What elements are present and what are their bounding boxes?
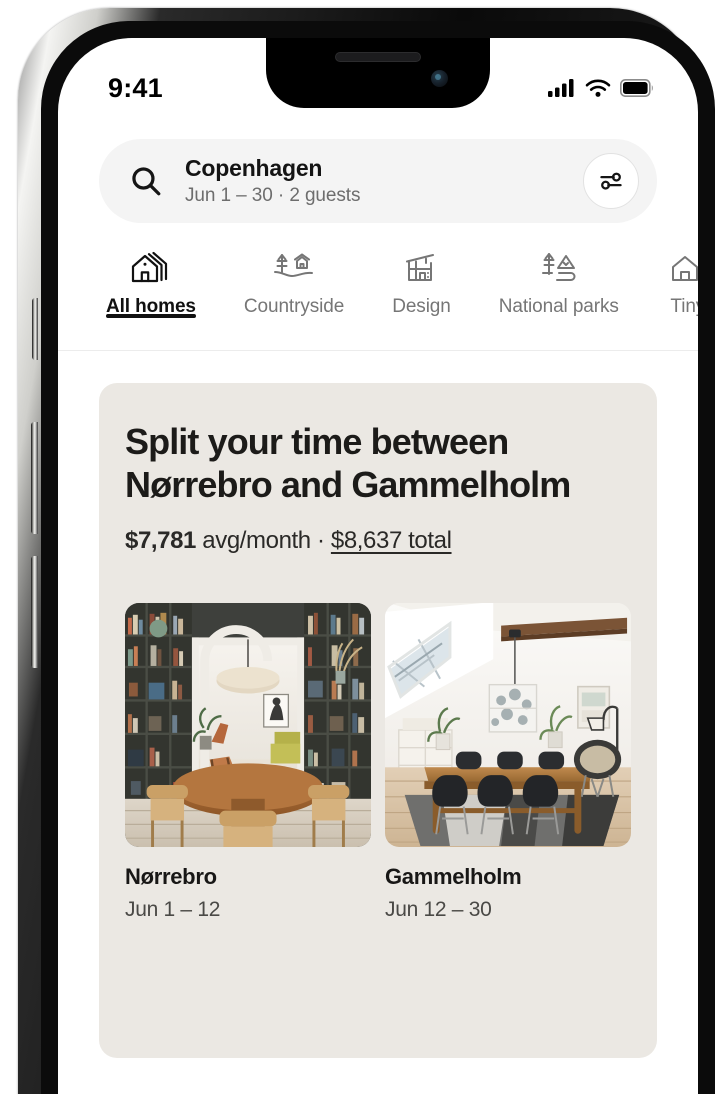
price-unit: avg/month · (196, 526, 331, 554)
card-title: Split your time between Nørrebro and Gam… (125, 421, 571, 505)
search-bar[interactable]: Copenhagen Jun 1 – 30 · 2 guests (99, 139, 657, 223)
search-location: Copenhagen (185, 154, 323, 181)
mute-switch-button[interactable] (32, 298, 38, 360)
phone-screen: 9:41 Copenhagen Jun 1 – 30 · 2 guests Al… (58, 38, 698, 1094)
listing-grid: Nørrebro Jun 1 – 12 Gammelholm Jun 12 – … (99, 602, 657, 922)
card-price-line: $7,781 avg/month · $8,637 total (125, 527, 631, 555)
tab-all-homes[interactable]: All homes (106, 241, 196, 318)
design-icon (400, 249, 442, 287)
tab-countryside[interactable]: Countryside (244, 241, 344, 318)
listing-dates: Jun 1 – 12 (125, 897, 221, 921)
card-header: Split your time between Nørrebro and Gam… (99, 383, 657, 555)
search-details: Jun 1 – 30 · 2 guests (185, 185, 361, 207)
countryside-icon (271, 249, 317, 287)
listing-name: Nørrebro (125, 863, 217, 889)
earpiece-speaker-icon (335, 52, 421, 62)
screenshot-stage: 9:41 Copenhagen Jun 1 – 30 · 2 guests Al… (0, 0, 720, 1094)
search-texts: Copenhagen Jun 1 – 30 · 2 guests (185, 155, 583, 207)
front-camera-icon (431, 70, 448, 87)
wifi-icon (585, 79, 611, 97)
listing-dates: Jun 12 – 30 (385, 897, 492, 921)
volume-up-button[interactable] (31, 422, 38, 534)
tab-label: Countryside (243, 296, 345, 317)
notch (266, 38, 490, 108)
status-clock: 9:41 (108, 72, 163, 103)
price-total-link[interactable]: $8,637 total (331, 527, 452, 554)
listing-photo-gammelholm[interactable] (385, 602, 631, 847)
tab-label: Tiny (670, 296, 698, 317)
all-homes-icon (129, 249, 173, 287)
national-parks-icon (537, 249, 581, 287)
tab-national-parks[interactable]: National parks (499, 241, 619, 318)
tab-label: Design (392, 296, 451, 317)
volume-down-button[interactable] (31, 556, 38, 668)
tab-label: National parks (498, 296, 619, 317)
filter-sliders-icon (600, 172, 622, 190)
filter-button[interactable] (583, 153, 639, 209)
status-indicators (548, 78, 654, 98)
price-amount: $7,781 (125, 526, 197, 554)
tab-tiny-homes[interactable]: Tiny (667, 241, 698, 318)
listing-name: Gammelholm (385, 863, 522, 889)
phone-frame: 9:41 Copenhagen Jun 1 – 30 · 2 guests Al… (18, 8, 715, 1094)
cellular-signal-icon (548, 79, 574, 97)
tab-active-underline (106, 314, 196, 318)
search-icon (132, 167, 161, 196)
category-tabs-bar[interactable]: All homes Countryside Design National pa… (58, 241, 698, 351)
category-tabs: All homes Countryside Design National pa… (58, 241, 698, 351)
battery-full-icon (620, 79, 653, 97)
tab-design[interactable]: Design (392, 241, 451, 318)
listing-photo-norrebro[interactable] (125, 602, 371, 847)
tiny-homes-icon (667, 249, 698, 287)
listing-item[interactable]: Nørrebro Jun 1 – 12 (125, 602, 371, 922)
listing-item[interactable]: Gammelholm Jun 12 – 30 (385, 602, 631, 922)
split-stay-card[interactable]: Split your time between Nørrebro and Gam… (99, 383, 657, 1058)
